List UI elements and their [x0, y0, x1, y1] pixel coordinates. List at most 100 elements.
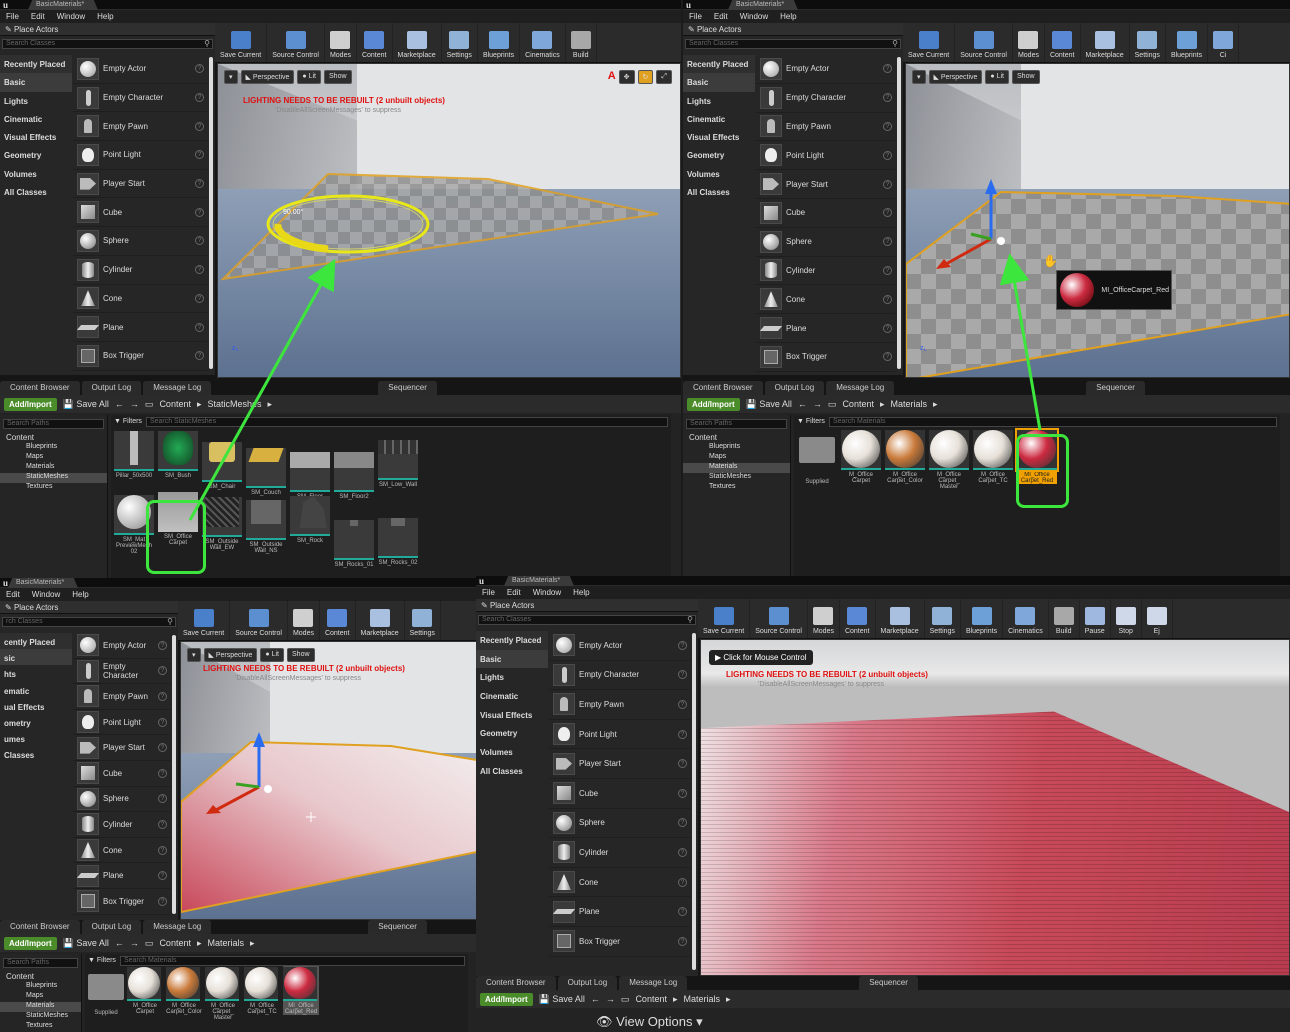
toolbar-marketplace[interactable]: Marketplace: [356, 601, 405, 640]
help-icon[interactable]: ?: [883, 237, 892, 247]
category-1[interactable]: Basic: [0, 73, 72, 92]
help-icon[interactable]: ?: [678, 788, 687, 798]
tab-sequencer[interactable]: Sequencer: [1086, 381, 1145, 395]
help-icon[interactable]: ?: [883, 64, 892, 74]
tree-materials[interactable]: Materials: [683, 463, 790, 473]
tree-materials[interactable]: Materials: [0, 1002, 81, 1012]
search-assets-input[interactable]: Search Materials: [828, 416, 1277, 427]
viewport-transform-tools[interactable]: A ✥ ↻ ⤢: [608, 70, 672, 84]
actor-item-cube[interactable]: Cube?: [73, 198, 207, 228]
help-icon[interactable]: ?: [195, 236, 204, 246]
view-options-button[interactable]: 👁 View Options ▾: [596, 1014, 703, 1030]
help-icon[interactable]: ?: [678, 640, 687, 650]
actor-item-box-trigger[interactable]: Box Trigger?: [549, 927, 690, 957]
search-classes-input[interactable]: Search Classes ⚲: [478, 615, 696, 625]
category-2[interactable]: Lights: [0, 92, 72, 110]
asset-m-office-carpet-tc[interactable]: M_Office Carpet_TC: [244, 966, 280, 1015]
actor-list-scrollbar[interactable]: [692, 633, 696, 970]
category-0[interactable]: Recently Placed: [0, 55, 72, 74]
category-5[interactable]: Geometry: [683, 146, 755, 164]
tree-textures[interactable]: Textures: [0, 1022, 81, 1032]
toolbar-save-current[interactable]: Save Current: [698, 599, 751, 638]
toolbar-settings[interactable]: Settings: [1130, 23, 1166, 62]
toolbar-cinematics[interactable]: Cinematics: [1003, 599, 1049, 638]
asset-sm-couch[interactable]: SM_Couch: [246, 428, 286, 496]
breadcrumb-materials[interactable]: Materials: [208, 938, 245, 948]
category-7[interactable]: All Classes: [683, 183, 755, 201]
actor-item-point-light[interactable]: Point Light?: [756, 141, 895, 171]
actor-item-empty-character[interactable]: Empty Character?: [73, 84, 207, 113]
toolbar-content[interactable]: Content: [840, 599, 876, 638]
viewport-menu-button[interactable]: ▾: [912, 70, 926, 84]
menu-window[interactable]: Window: [734, 10, 774, 21]
toolbar-source-control[interactable]: Source Control: [267, 23, 325, 62]
actor-item-empty-pawn[interactable]: Empty Pawn?: [73, 112, 207, 142]
actor-item-plane[interactable]: Plane?: [73, 863, 170, 889]
category-5[interactable]: ometry: [0, 714, 72, 730]
toolbar-build[interactable]: Build: [566, 23, 597, 62]
asset-m-office-carpet-master[interactable]: M_Office Carpet_ Master: [205, 966, 241, 1021]
toolbar-content[interactable]: Content: [1045, 23, 1081, 62]
help-icon[interactable]: ?: [158, 819, 167, 829]
asset-m-office-carpet[interactable]: M_Office Carpet: [127, 966, 163, 1015]
back-icon[interactable]: ←: [591, 994, 600, 1004]
toolbar-modes[interactable]: Modes: [808, 599, 840, 638]
help-icon[interactable]: ?: [158, 845, 167, 855]
help-icon[interactable]: ?: [158, 717, 167, 727]
search-paths-input[interactable]: Search Paths: [686, 419, 787, 429]
category-1[interactable]: Basic: [683, 73, 755, 92]
category-0[interactable]: cently Placed: [0, 633, 72, 650]
help-icon[interactable]: ?: [195, 265, 204, 275]
help-icon[interactable]: ?: [158, 743, 167, 753]
perspective-button[interactable]: ◣ Perspective: [240, 70, 295, 84]
actor-item-empty-actor[interactable]: Empty Actor?: [549, 631, 690, 661]
actor-item-plane[interactable]: Plane?: [756, 314, 895, 343]
category-1[interactable]: Basic: [476, 649, 548, 669]
scale-tool-icon[interactable]: ⤢: [656, 70, 672, 84]
tab-sequencer[interactable]: Sequencer: [378, 381, 437, 395]
rotate-tool-icon[interactable]: ↻: [637, 70, 654, 84]
help-icon[interactable]: ?: [678, 847, 687, 857]
help-icon[interactable]: ?: [195, 93, 204, 103]
save-all-button[interactable]: 💾 Save All: [63, 938, 109, 949]
toolbar-source-control[interactable]: Source Control: [750, 599, 808, 638]
category-3[interactable]: Cinematic: [683, 110, 755, 128]
actor-item-cone[interactable]: Cone?: [756, 285, 895, 315]
help-icon[interactable]: ?: [678, 936, 687, 946]
help-icon[interactable]: ?: [883, 179, 892, 189]
toolbar-blueprints[interactable]: Blueprints: [961, 599, 1004, 638]
filters-button[interactable]: ▼ Filters: [114, 418, 142, 425]
toolbar-content[interactable]: Content: [320, 601, 356, 640]
tab-output-log[interactable]: Output Log: [764, 381, 825, 395]
add-import-button[interactable]: Add/Import: [480, 992, 533, 1006]
window-tab[interactable]: BasicMaterials*: [8, 578, 78, 588]
menu-help[interactable]: Help: [774, 10, 802, 21]
menu-help[interactable]: Help: [66, 588, 94, 599]
toolbar-save-current[interactable]: Save Current: [903, 23, 956, 62]
menu-file[interactable]: File: [476, 586, 501, 597]
help-icon[interactable]: ?: [678, 759, 687, 769]
menu-edit[interactable]: Edit: [501, 586, 527, 597]
actor-item-cube[interactable]: Cube?: [549, 779, 690, 809]
toolbar-blueprints[interactable]: Blueprints: [1166, 23, 1209, 62]
actor-item-empty-pawn[interactable]: Empty Pawn?: [756, 113, 895, 142]
toolbar-marketplace[interactable]: Marketplace: [1081, 23, 1130, 62]
asset-sm-rocks-01[interactable]: SM_Rocks_01: [334, 492, 374, 568]
tab-message-log[interactable]: Message Log: [143, 920, 212, 934]
tree-content[interactable]: Content: [0, 433, 107, 443]
perspective-button[interactable]: ◣ Perspective: [203, 648, 258, 662]
actor-item-point-light[interactable]: Point Light?: [73, 141, 207, 170]
help-icon[interactable]: ?: [883, 323, 892, 333]
asset-supplied[interactable]: Supplied: [88, 966, 124, 1016]
actor-item-cylinder[interactable]: Cylinder?: [73, 256, 207, 285]
help-icon[interactable]: ?: [195, 150, 204, 160]
tab-message-log[interactable]: Message Log: [143, 381, 212, 395]
actor-item-player-start[interactable]: Player Start?: [73, 170, 207, 199]
toolbar-modes[interactable]: Modes: [1013, 23, 1045, 62]
help-icon[interactable]: ?: [883, 208, 892, 218]
actor-item-empty-pawn[interactable]: Empty Pawn?: [549, 690, 690, 720]
toolbar-modes[interactable]: Modes: [325, 23, 357, 62]
toolbar-settings[interactable]: Settings: [442, 23, 478, 62]
help-icon[interactable]: ?: [195, 179, 204, 189]
help-icon[interactable]: ?: [158, 640, 167, 650]
